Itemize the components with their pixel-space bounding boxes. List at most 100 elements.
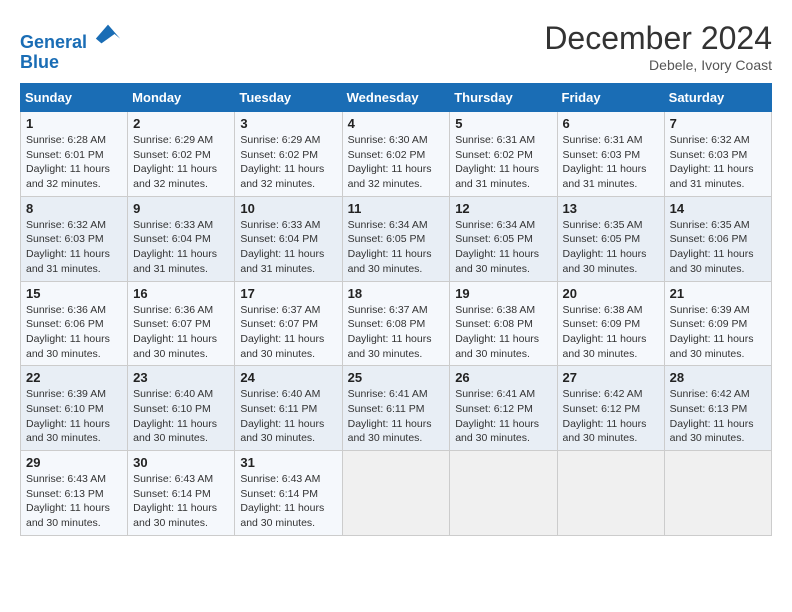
day-info: Sunrise: 6:37 AM Sunset: 6:08 PM Dayligh… [348, 303, 445, 362]
day-number: 8 [26, 201, 122, 216]
calendar-cell: 10 Sunrise: 6:33 AM Sunset: 6:04 PM Dayl… [235, 196, 342, 281]
calendar-cell: 7 Sunrise: 6:32 AM Sunset: 6:03 PM Dayli… [664, 112, 771, 197]
day-header-monday: Monday [128, 84, 235, 112]
logo-icon [94, 20, 122, 48]
day-number: 21 [670, 286, 766, 301]
location-subtitle: Debele, Ivory Coast [544, 57, 772, 73]
day-number: 15 [26, 286, 122, 301]
day-info: Sunrise: 6:39 AM Sunset: 6:09 PM Dayligh… [670, 303, 766, 362]
day-info: Sunrise: 6:35 AM Sunset: 6:05 PM Dayligh… [563, 218, 659, 277]
calendar-cell: 1 Sunrise: 6:28 AM Sunset: 6:01 PM Dayli… [21, 112, 128, 197]
day-info: Sunrise: 6:36 AM Sunset: 6:07 PM Dayligh… [133, 303, 229, 362]
day-info: Sunrise: 6:33 AM Sunset: 6:04 PM Dayligh… [240, 218, 336, 277]
calendar-cell [557, 451, 664, 536]
day-info: Sunrise: 6:31 AM Sunset: 6:02 PM Dayligh… [455, 133, 551, 192]
logo: General Blue [20, 20, 122, 73]
day-info: Sunrise: 6:41 AM Sunset: 6:12 PM Dayligh… [455, 387, 551, 446]
day-info: Sunrise: 6:32 AM Sunset: 6:03 PM Dayligh… [26, 218, 122, 277]
calendar-cell: 20 Sunrise: 6:38 AM Sunset: 6:09 PM Dayl… [557, 281, 664, 366]
day-header-wednesday: Wednesday [342, 84, 450, 112]
day-number: 19 [455, 286, 551, 301]
calendar-cell: 28 Sunrise: 6:42 AM Sunset: 6:13 PM Dayl… [664, 366, 771, 451]
calendar-cell: 16 Sunrise: 6:36 AM Sunset: 6:07 PM Dayl… [128, 281, 235, 366]
calendar-cell [450, 451, 557, 536]
day-info: Sunrise: 6:29 AM Sunset: 6:02 PM Dayligh… [240, 133, 336, 192]
calendar-cell: 30 Sunrise: 6:43 AM Sunset: 6:14 PM Dayl… [128, 451, 235, 536]
calendar-cell: 12 Sunrise: 6:34 AM Sunset: 6:05 PM Dayl… [450, 196, 557, 281]
day-number: 26 [455, 370, 551, 385]
calendar-cell: 6 Sunrise: 6:31 AM Sunset: 6:03 PM Dayli… [557, 112, 664, 197]
day-number: 27 [563, 370, 659, 385]
day-number: 7 [670, 116, 766, 131]
calendar-cell: 19 Sunrise: 6:38 AM Sunset: 6:08 PM Dayl… [450, 281, 557, 366]
day-info: Sunrise: 6:43 AM Sunset: 6:14 PM Dayligh… [133, 472, 229, 531]
logo-blue: Blue [20, 52, 59, 72]
day-number: 17 [240, 286, 336, 301]
day-number: 2 [133, 116, 229, 131]
calendar-cell: 18 Sunrise: 6:37 AM Sunset: 6:08 PM Dayl… [342, 281, 450, 366]
day-number: 16 [133, 286, 229, 301]
page-header: General Blue December 2024 Debele, Ivory… [20, 20, 772, 73]
day-info: Sunrise: 6:38 AM Sunset: 6:09 PM Dayligh… [563, 303, 659, 362]
calendar-cell: 11 Sunrise: 6:34 AM Sunset: 6:05 PM Dayl… [342, 196, 450, 281]
day-info: Sunrise: 6:37 AM Sunset: 6:07 PM Dayligh… [240, 303, 336, 362]
calendar-table: SundayMondayTuesdayWednesdayThursdayFrid… [20, 83, 772, 536]
day-info: Sunrise: 6:42 AM Sunset: 6:12 PM Dayligh… [563, 387, 659, 446]
day-number: 23 [133, 370, 229, 385]
calendar-cell: 17 Sunrise: 6:37 AM Sunset: 6:07 PM Dayl… [235, 281, 342, 366]
day-info: Sunrise: 6:28 AM Sunset: 6:01 PM Dayligh… [26, 133, 122, 192]
calendar-cell: 15 Sunrise: 6:36 AM Sunset: 6:06 PM Dayl… [21, 281, 128, 366]
day-number: 5 [455, 116, 551, 131]
calendar-cell: 22 Sunrise: 6:39 AM Sunset: 6:10 PM Dayl… [21, 366, 128, 451]
day-number: 31 [240, 455, 336, 470]
day-number: 14 [670, 201, 766, 216]
calendar-week-5: 29 Sunrise: 6:43 AM Sunset: 6:13 PM Dayl… [21, 451, 772, 536]
day-info: Sunrise: 6:30 AM Sunset: 6:02 PM Dayligh… [348, 133, 445, 192]
calendar-week-1: 1 Sunrise: 6:28 AM Sunset: 6:01 PM Dayli… [21, 112, 772, 197]
day-info: Sunrise: 6:33 AM Sunset: 6:04 PM Dayligh… [133, 218, 229, 277]
day-info: Sunrise: 6:32 AM Sunset: 6:03 PM Dayligh… [670, 133, 766, 192]
day-header-tuesday: Tuesday [235, 84, 342, 112]
day-header-friday: Friday [557, 84, 664, 112]
calendar-cell: 5 Sunrise: 6:31 AM Sunset: 6:02 PM Dayli… [450, 112, 557, 197]
day-number: 12 [455, 201, 551, 216]
day-number: 4 [348, 116, 445, 131]
day-info: Sunrise: 6:40 AM Sunset: 6:11 PM Dayligh… [240, 387, 336, 446]
day-info: Sunrise: 6:43 AM Sunset: 6:13 PM Dayligh… [26, 472, 122, 531]
calendar-cell: 27 Sunrise: 6:42 AM Sunset: 6:12 PM Dayl… [557, 366, 664, 451]
calendar-cell [664, 451, 771, 536]
calendar-week-4: 22 Sunrise: 6:39 AM Sunset: 6:10 PM Dayl… [21, 366, 772, 451]
day-header-thursday: Thursday [450, 84, 557, 112]
calendar-cell: 8 Sunrise: 6:32 AM Sunset: 6:03 PM Dayli… [21, 196, 128, 281]
day-info: Sunrise: 6:36 AM Sunset: 6:06 PM Dayligh… [26, 303, 122, 362]
calendar-cell: 14 Sunrise: 6:35 AM Sunset: 6:06 PM Dayl… [664, 196, 771, 281]
day-number: 9 [133, 201, 229, 216]
calendar-cell: 4 Sunrise: 6:30 AM Sunset: 6:02 PM Dayli… [342, 112, 450, 197]
day-info: Sunrise: 6:40 AM Sunset: 6:10 PM Dayligh… [133, 387, 229, 446]
day-number: 13 [563, 201, 659, 216]
day-number: 20 [563, 286, 659, 301]
day-info: Sunrise: 6:43 AM Sunset: 6:14 PM Dayligh… [240, 472, 336, 531]
day-info: Sunrise: 6:38 AM Sunset: 6:08 PM Dayligh… [455, 303, 551, 362]
day-number: 11 [348, 201, 445, 216]
calendar-cell: 29 Sunrise: 6:43 AM Sunset: 6:13 PM Dayl… [21, 451, 128, 536]
calendar-cell: 26 Sunrise: 6:41 AM Sunset: 6:12 PM Dayl… [450, 366, 557, 451]
calendar-cell [342, 451, 450, 536]
day-number: 29 [26, 455, 122, 470]
day-info: Sunrise: 6:35 AM Sunset: 6:06 PM Dayligh… [670, 218, 766, 277]
calendar-cell: 9 Sunrise: 6:33 AM Sunset: 6:04 PM Dayli… [128, 196, 235, 281]
day-number: 24 [240, 370, 336, 385]
month-title: December 2024 [544, 20, 772, 57]
calendar-cell: 3 Sunrise: 6:29 AM Sunset: 6:02 PM Dayli… [235, 112, 342, 197]
day-number: 30 [133, 455, 229, 470]
day-info: Sunrise: 6:34 AM Sunset: 6:05 PM Dayligh… [348, 218, 445, 277]
calendar-week-2: 8 Sunrise: 6:32 AM Sunset: 6:03 PM Dayli… [21, 196, 772, 281]
day-info: Sunrise: 6:42 AM Sunset: 6:13 PM Dayligh… [670, 387, 766, 446]
calendar-cell: 2 Sunrise: 6:29 AM Sunset: 6:02 PM Dayli… [128, 112, 235, 197]
day-info: Sunrise: 6:41 AM Sunset: 6:11 PM Dayligh… [348, 387, 445, 446]
day-number: 3 [240, 116, 336, 131]
day-header-sunday: Sunday [21, 84, 128, 112]
day-number: 22 [26, 370, 122, 385]
day-info: Sunrise: 6:29 AM Sunset: 6:02 PM Dayligh… [133, 133, 229, 192]
header-row: SundayMondayTuesdayWednesdayThursdayFrid… [21, 84, 772, 112]
